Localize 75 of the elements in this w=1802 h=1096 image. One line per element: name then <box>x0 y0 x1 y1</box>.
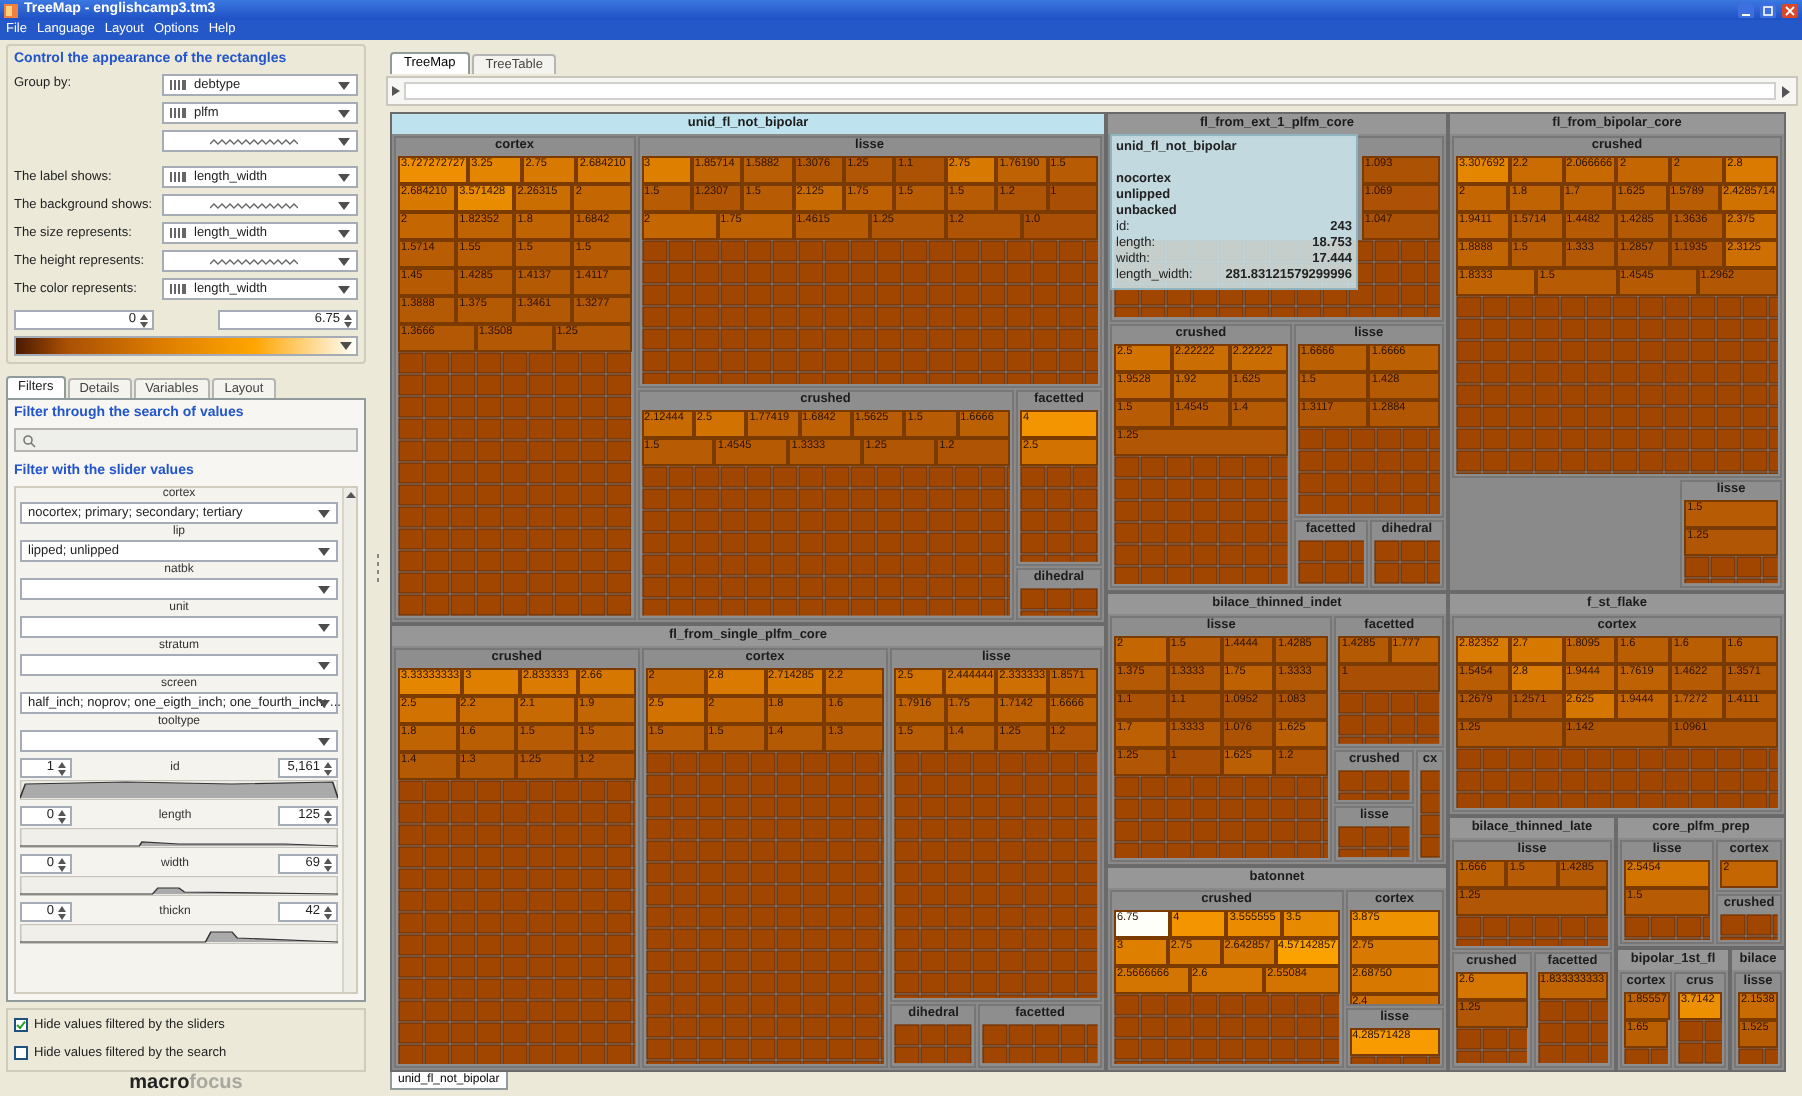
spinner-arrows-icon <box>140 313 148 327</box>
caret-icon <box>318 737 330 745</box>
checkbox[interactable] <box>14 1046 28 1061</box>
caret-icon <box>338 285 350 293</box>
squiggle-icon <box>210 201 298 209</box>
caret-icon <box>318 547 330 555</box>
scroll-right-icon[interactable] <box>1780 85 1792 97</box>
small-tiles-drawing <box>1678 1020 1722 1064</box>
variable-icon <box>170 108 186 118</box>
small-tiles-drawing <box>1338 769 1411 801</box>
caret-icon <box>318 623 330 631</box>
dropdown[interactable] <box>162 194 358 216</box>
caret-icon <box>338 173 350 181</box>
variable-icon <box>170 284 186 294</box>
search-icon <box>22 433 36 447</box>
caret-icon <box>338 81 350 89</box>
caret-icon <box>338 109 350 117</box>
variable-icon <box>170 172 186 182</box>
small-tiles-drawing <box>894 1024 973 1064</box>
spinner-arrows-icon <box>58 761 66 775</box>
small-tiles-drawing <box>1019 588 1098 616</box>
spinner-arrows-icon <box>324 905 332 919</box>
small-tiles-drawing <box>1684 556 1778 584</box>
small-tiles-drawing <box>1338 826 1411 858</box>
caret-icon <box>338 201 350 209</box>
small-tiles-drawing <box>982 1024 1098 1064</box>
small-tiles-drawing <box>1624 916 1711 940</box>
small-tiles-drawing <box>1338 692 1440 744</box>
caret-icon <box>340 342 352 350</box>
search-field[interactable] <box>14 428 358 452</box>
caret-icon <box>318 661 330 669</box>
small-tiles-drawing <box>1720 913 1778 940</box>
variable-icon <box>170 228 186 238</box>
app-icon <box>4 3 18 17</box>
expand-arrow-icon[interactable] <box>392 86 400 96</box>
small-tiles-drawing <box>1624 1048 1668 1064</box>
splitter-handle-icon[interactable] <box>376 554 380 582</box>
logo-text: focus <box>189 1071 243 1096</box>
caret-icon <box>338 257 350 265</box>
squiggle-icon <box>210 257 298 265</box>
small-tiles-drawing <box>1297 539 1364 584</box>
color-scale-dropdown[interactable] <box>14 336 358 356</box>
close-icon[interactable] <box>1782 3 1798 17</box>
small-tiles-drawing <box>1456 1028 1527 1064</box>
caret-icon <box>338 229 350 237</box>
spinner-arrows-icon <box>58 809 66 823</box>
caret-icon <box>338 137 350 145</box>
small-tiles-drawing <box>1349 1056 1440 1064</box>
spinner-arrows-icon <box>58 857 66 871</box>
checkbox[interactable] <box>14 1018 28 1033</box>
spinner-arrows-icon <box>344 313 352 327</box>
treemap[interactable] <box>390 112 1786 1072</box>
spinner-arrows-icon <box>58 905 66 919</box>
caret-icon <box>318 509 330 517</box>
logo-text: macro <box>129 1071 190 1096</box>
caret-icon <box>318 585 330 593</box>
dropdown[interactable] <box>162 130 358 152</box>
scroll-up-icon <box>345 492 355 498</box>
small-tiles-drawing <box>1297 427 1440 514</box>
scrollbar[interactable] <box>342 488 356 992</box>
path-field[interactable] <box>404 82 1776 100</box>
small-tiles-drawing <box>1420 769 1440 858</box>
maximize-icon[interactable] <box>1760 3 1776 17</box>
small-tiles-drawing <box>1738 1048 1778 1064</box>
variable-icon <box>170 80 186 90</box>
small-tiles-drawing <box>1537 1000 1608 1064</box>
small-tiles-drawing <box>1019 466 1098 563</box>
small-tiles-drawing <box>1373 539 1440 584</box>
minimize-icon[interactable] <box>1738 3 1754 17</box>
spinner-arrows-icon <box>323 809 332 823</box>
dropdown[interactable] <box>162 250 358 272</box>
caret-icon <box>318 699 330 707</box>
spinner-arrows-icon <box>323 761 332 775</box>
squiggle-icon <box>210 137 298 145</box>
spinner-arrows-icon <box>323 857 332 871</box>
